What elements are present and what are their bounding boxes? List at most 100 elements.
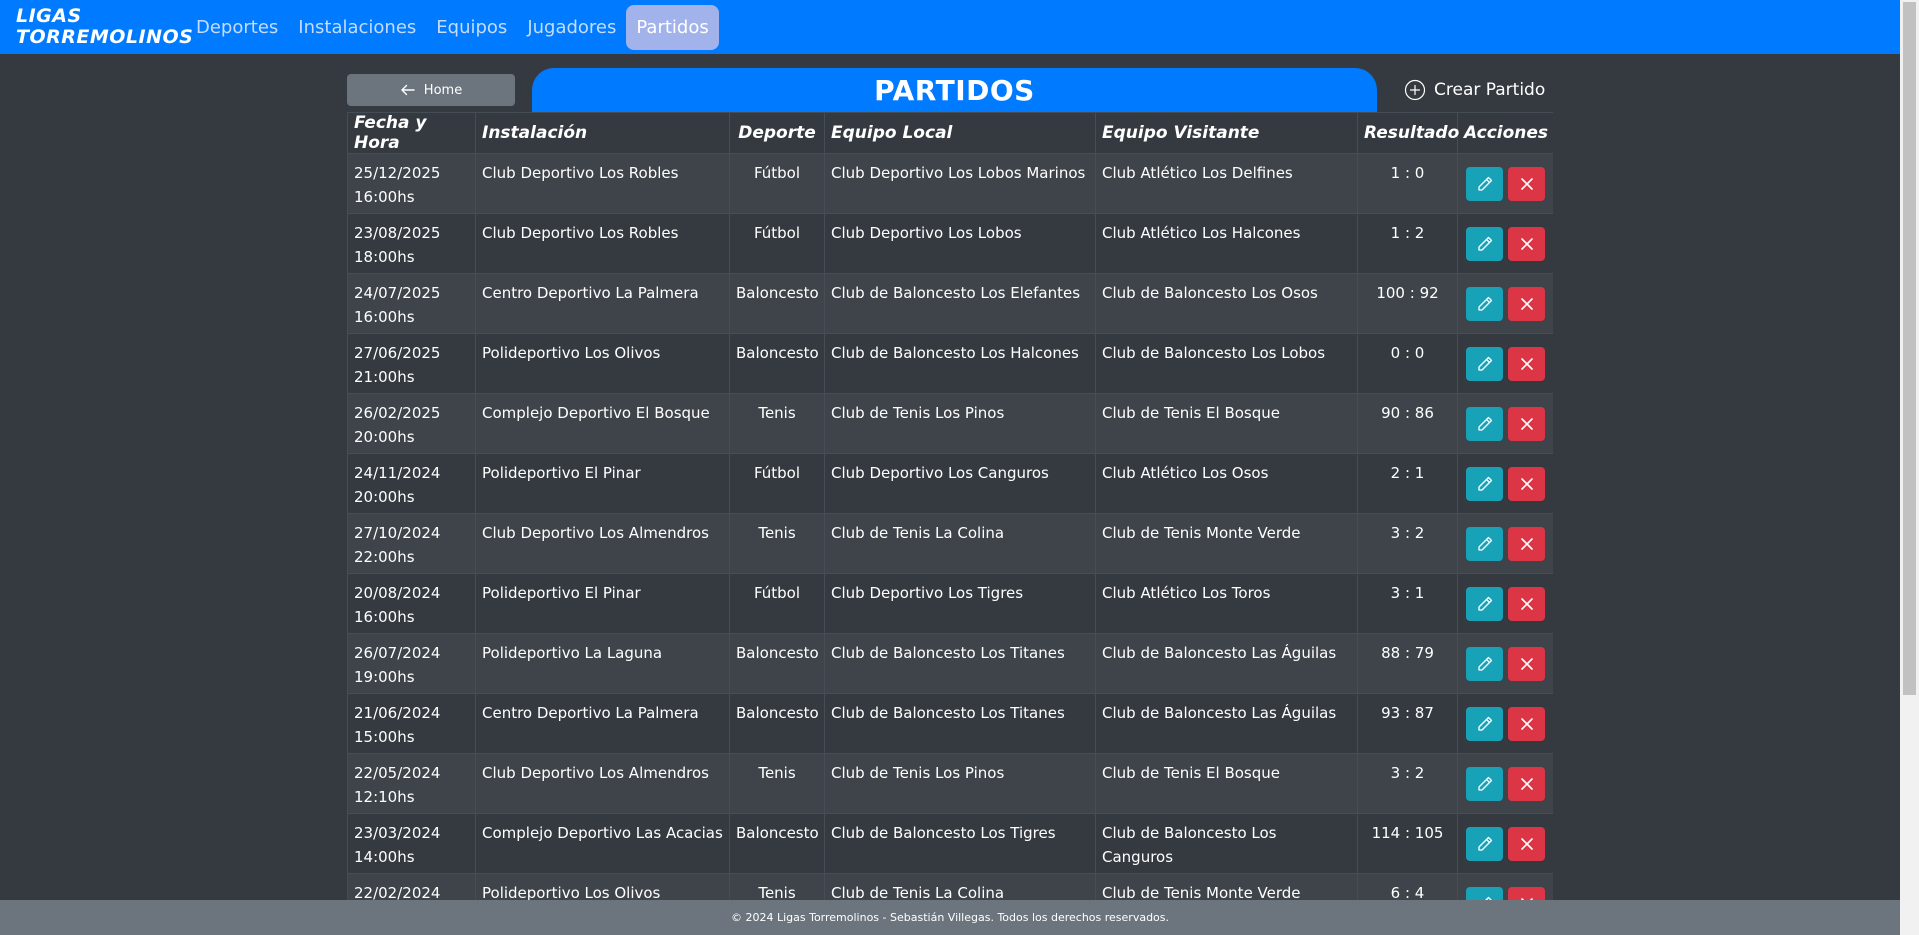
cell-instalacion: Polideportivo La Laguna — [475, 633, 730, 694]
delete-button[interactable] — [1508, 406, 1545, 441]
cell-instalacion: Complejo Deportivo El Bosque — [475, 393, 730, 454]
cell-deporte: Fútbol — [729, 153, 825, 214]
table-row: 23/08/2025 18:00hs Club Deportivo Los Robl… — [347, 213, 1553, 274]
pencil-icon — [1477, 416, 1492, 431]
edit-button[interactable] — [1466, 226, 1503, 261]
cell-visitante: Club de Baloncesto Las Águilas — [1095, 633, 1358, 694]
table-row: 21/06/2024 15:00hs Centro Deportivo La Pal… — [347, 693, 1553, 754]
delete-button[interactable] — [1508, 706, 1545, 741]
table-row: 25/12/2025 16:00hs Club Deportivo Los Robl… — [347, 153, 1553, 214]
cell-acciones — [1457, 573, 1553, 634]
delete-button[interactable] — [1508, 226, 1545, 261]
pencil-icon — [1477, 356, 1492, 371]
cell-fecha: 27/06/2025 21:00hs — [347, 333, 476, 394]
delete-button[interactable] — [1508, 346, 1545, 381]
edit-button[interactable] — [1466, 586, 1503, 621]
create-match-button[interactable]: Crear Partido — [1404, 78, 1545, 102]
cell-date: 26/07/2024 — [354, 644, 441, 662]
cell-acciones — [1457, 813, 1553, 874]
header-deporte: Deporte — [729, 112, 825, 154]
pencil-icon — [1477, 236, 1492, 251]
pencil-icon — [1477, 476, 1492, 491]
delete-button[interactable] — [1508, 586, 1545, 621]
delete-button[interactable] — [1508, 166, 1545, 201]
edit-button[interactable] — [1466, 646, 1503, 681]
table-row: 26/07/2024 19:00hs Polideportivo La Laguna… — [347, 633, 1553, 694]
cell-time: 22:00hs — [354, 548, 415, 566]
page-scrollbar[interactable] — [1900, 0, 1919, 935]
nav-link-partidos[interactable]: Partidos — [626, 4, 719, 50]
cell-resultado: 90 : 86 — [1357, 393, 1458, 454]
home-button[interactable]: Home — [347, 74, 515, 106]
edit-button[interactable] — [1466, 526, 1503, 561]
edit-button[interactable] — [1466, 166, 1503, 201]
edit-button[interactable] — [1466, 346, 1503, 381]
cell-visitante: Club Atlético Los Delfines — [1095, 153, 1358, 214]
close-icon — [1520, 777, 1533, 790]
navbar: LIGAS TORREMOLINOS Deportes Instalacione… — [0, 0, 1900, 54]
cell-visitante: Club Atlético Los Osos — [1095, 453, 1358, 514]
delete-button[interactable] — [1508, 826, 1545, 861]
cell-instalacion: Club Deportivo Los Almendros — [475, 513, 730, 574]
cell-visitante: Club de Tenis El Bosque — [1095, 393, 1358, 454]
edit-button[interactable] — [1466, 886, 1503, 900]
edit-button[interactable] — [1466, 286, 1503, 321]
cell-date: 22/05/2024 — [354, 764, 441, 782]
nav-link-instalaciones[interactable]: Instalaciones — [288, 8, 426, 47]
cell-resultado: 3 : 1 — [1357, 573, 1458, 634]
cell-time: 15:00hs — [354, 728, 415, 746]
header-fecha: Fecha y Hora — [347, 112, 476, 154]
cell-resultado: 93 : 87 — [1357, 693, 1458, 754]
header-local: Equipo Local — [824, 112, 1096, 154]
close-icon — [1520, 597, 1533, 610]
cell-acciones — [1457, 333, 1553, 394]
delete-button[interactable] — [1508, 646, 1545, 681]
nav-link-jugadores[interactable]: Jugadores — [517, 8, 626, 47]
brand-line1: LIGAS — [16, 5, 82, 27]
table-row: 27/10/2024 22:00hs Club Deportivo Los Alme… — [347, 513, 1553, 574]
edit-button[interactable] — [1466, 766, 1503, 801]
cell-instalacion: Centro Deportivo La Palmera — [475, 273, 730, 334]
close-icon — [1520, 297, 1533, 310]
cell-acciones — [1457, 693, 1553, 754]
pencil-icon — [1477, 776, 1492, 791]
edit-button[interactable] — [1466, 826, 1503, 861]
delete-button[interactable] — [1508, 286, 1545, 321]
nav-link-deportes[interactable]: Deportes — [186, 8, 288, 47]
pencil-icon — [1477, 536, 1492, 551]
edit-button[interactable] — [1466, 466, 1503, 501]
close-icon — [1520, 237, 1533, 250]
close-icon — [1520, 357, 1533, 370]
brand-logo[interactable]: LIGAS TORREMOLINOS — [16, 5, 193, 48]
table-row: 24/11/2024 20:00hs Polideportivo El Pinar F… — [347, 453, 1553, 514]
pencil-icon — [1477, 596, 1492, 611]
edit-button[interactable] — [1466, 706, 1503, 741]
cell-date: 24/11/2024 — [354, 464, 441, 482]
pencil-icon — [1477, 836, 1492, 851]
scrollbar-thumb[interactable] — [1903, 2, 1916, 695]
cell-date: 22/02/2024 — [354, 884, 441, 900]
nav-link-equipos[interactable]: Equipos — [426, 8, 517, 47]
cell-resultado: 3 : 2 — [1357, 753, 1458, 814]
delete-button[interactable] — [1508, 766, 1545, 801]
arrow-left-icon — [401, 84, 415, 96]
delete-button[interactable] — [1508, 526, 1545, 561]
cell-acciones — [1457, 213, 1553, 274]
footer: © 2024 Ligas Torremolinos - Sebastián Vi… — [0, 900, 1900, 935]
header-instalacion: Instalación — [475, 112, 730, 154]
matches-table-container[interactable]: Fecha y Hora Instalación Deporte Equipo … — [347, 112, 1553, 900]
cell-date: 27/10/2024 — [354, 524, 441, 542]
close-icon — [1520, 417, 1533, 430]
cell-time: 14:00hs — [354, 848, 415, 866]
cell-fecha: 27/10/2024 22:00hs — [347, 513, 476, 574]
cell-local: Club de Baloncesto Los Tigres — [824, 813, 1096, 874]
cell-local: Club Deportivo Los Lobos — [824, 213, 1096, 274]
cell-visitante: Club Atlético Los Halcones — [1095, 213, 1358, 274]
edit-button[interactable] — [1466, 406, 1503, 441]
cell-fecha: 21/06/2024 15:00hs — [347, 693, 476, 754]
delete-button[interactable] — [1508, 466, 1545, 501]
cell-instalacion: Polideportivo Los Olivos — [475, 333, 730, 394]
cell-fecha: 22/02/2024 — [347, 873, 476, 900]
cell-fecha: 26/02/2025 20:00hs — [347, 393, 476, 454]
delete-button[interactable] — [1508, 886, 1545, 900]
